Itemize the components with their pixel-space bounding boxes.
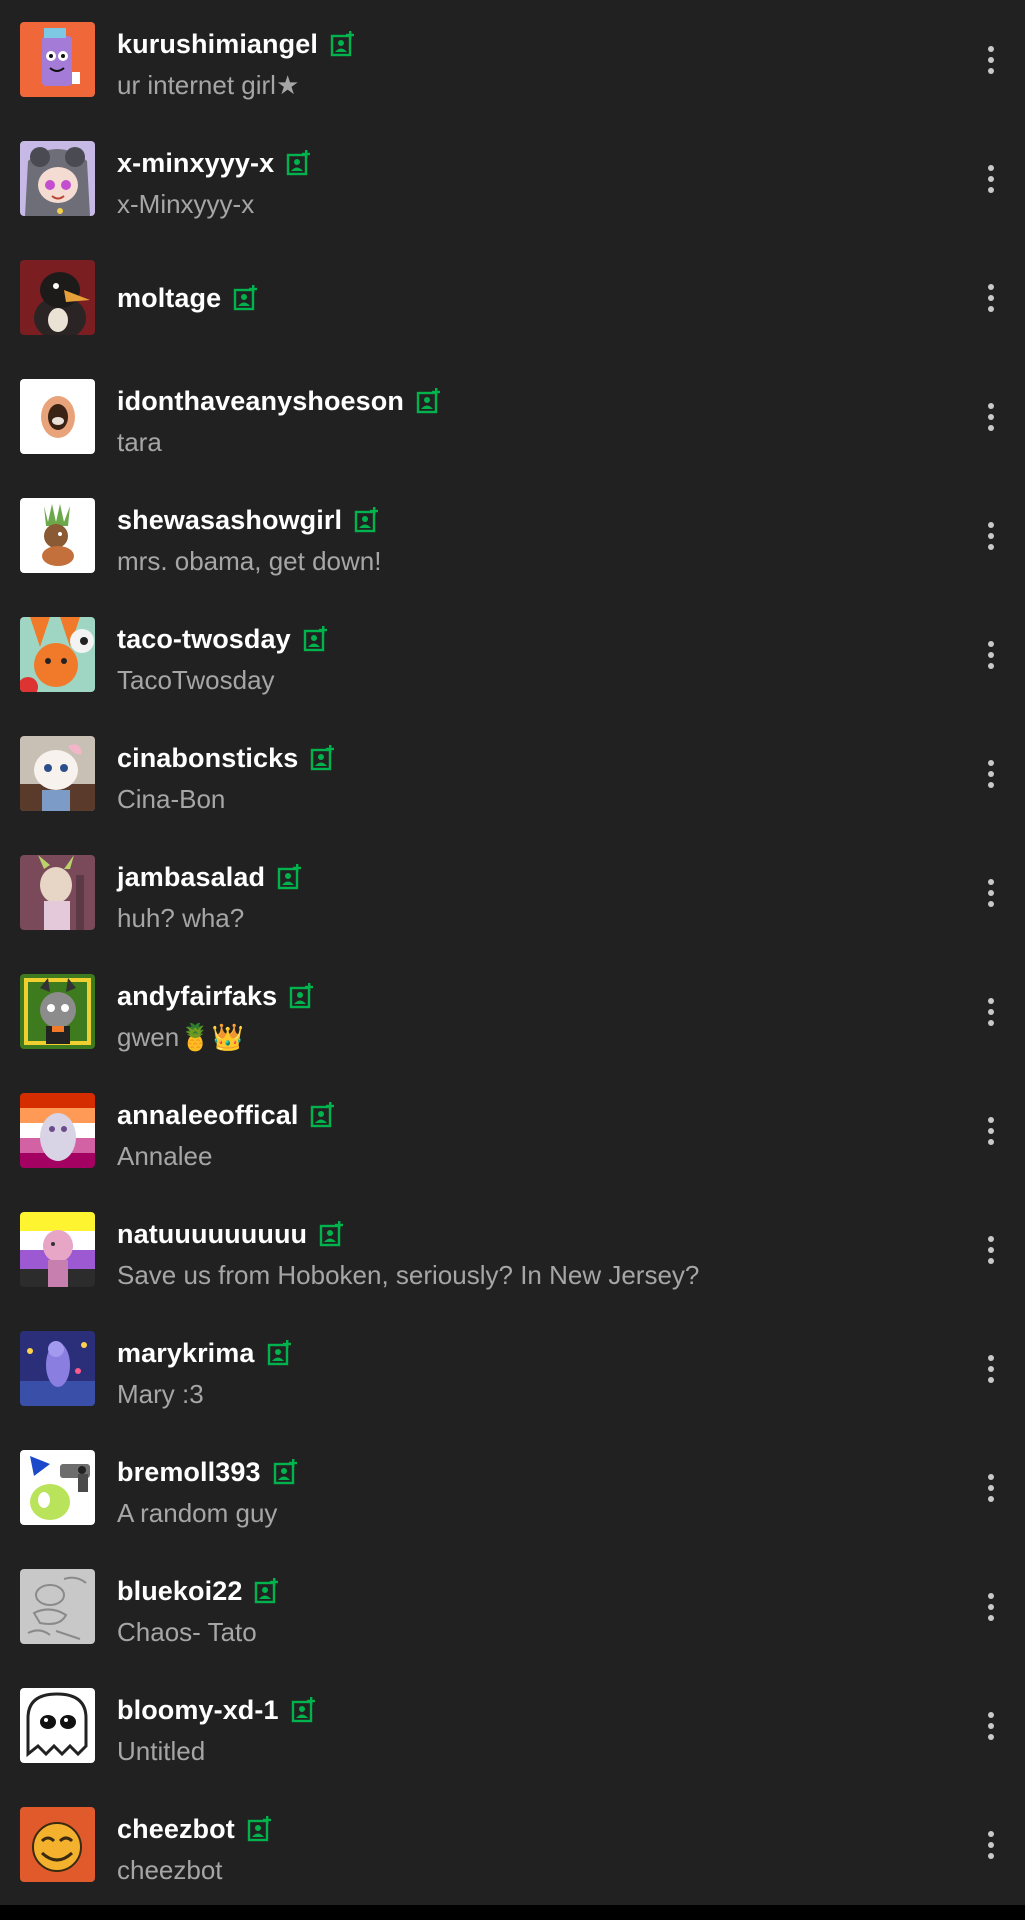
username[interactable]: shewasashowgirl xyxy=(117,505,342,536)
more-options-button[interactable] xyxy=(971,1583,1011,1631)
username[interactable]: cheezbot xyxy=(117,1814,235,1845)
more-options-button[interactable] xyxy=(971,512,1011,560)
username[interactable]: bluekoi22 xyxy=(117,1576,242,1607)
follow-badge-icon[interactable] xyxy=(233,285,258,311)
list-item[interactable]: shewasashowgirl mrs. obama, get down! xyxy=(0,476,1025,595)
more-options-button[interactable] xyxy=(971,393,1011,441)
list-item[interactable]: cinabonsticks Cina-Bon xyxy=(0,714,1025,833)
avatar[interactable] xyxy=(20,1093,95,1168)
username[interactable]: jambasalad xyxy=(117,862,265,893)
avatar[interactable] xyxy=(20,855,95,930)
username[interactable]: x-minxyyy-x xyxy=(117,148,274,179)
follow-badge-icon[interactable] xyxy=(416,388,440,414)
follow-badge-icon[interactable] xyxy=(330,31,354,57)
follow-badge-icon[interactable] xyxy=(277,864,302,890)
blog-title: Chaos- Tato xyxy=(117,1617,257,1647)
username[interactable]: idonthaveanyshoeson xyxy=(117,386,404,417)
more-options-button[interactable] xyxy=(971,1821,1011,1869)
more-options-button[interactable] xyxy=(971,869,1011,917)
blog-title: gwen🍍👑 xyxy=(117,1022,244,1052)
avatar[interactable] xyxy=(20,22,95,97)
blog-title: huh? wha? xyxy=(117,903,245,933)
more-options-button[interactable] xyxy=(971,36,1011,84)
more-options-button[interactable] xyxy=(971,155,1011,203)
avatar[interactable] xyxy=(20,260,95,335)
username[interactable]: marykrima xyxy=(117,1338,255,1369)
list-item[interactable]: bloomy-xd-1 Untitled xyxy=(0,1666,1025,1785)
follow-badge-icon[interactable] xyxy=(291,1697,315,1723)
blog-title: tara xyxy=(117,427,162,457)
follow-badge-icon[interactable] xyxy=(267,1340,291,1366)
blog-title: Untitled xyxy=(117,1736,206,1766)
list-item[interactable]: idonthaveanyshoeson tara xyxy=(0,357,1025,476)
follow-badge-icon[interactable] xyxy=(273,1459,297,1485)
avatar[interactable] xyxy=(20,1807,95,1882)
blog-title: ur internet girl★ xyxy=(117,70,300,100)
avatar[interactable] xyxy=(20,1450,95,1525)
follow-badge-icon[interactable] xyxy=(247,1816,271,1842)
blog-title: Annalee xyxy=(117,1141,213,1171)
list-item[interactable]: moltage xyxy=(0,238,1025,357)
more-options-button[interactable] xyxy=(971,750,1011,798)
follow-badge-icon[interactable] xyxy=(286,150,311,176)
list-item[interactable]: x-minxyyy-x x-Minxyyy-x xyxy=(0,119,1025,238)
blog-title: mrs. obama, get down! xyxy=(117,546,382,576)
blog-title: A random guy xyxy=(117,1498,278,1528)
avatar[interactable] xyxy=(20,1212,95,1287)
username[interactable]: natuuuuuuuuu xyxy=(117,1219,307,1250)
more-options-button[interactable] xyxy=(971,1464,1011,1512)
avatar[interactable] xyxy=(20,379,95,454)
username[interactable]: andyfairfaks xyxy=(117,981,277,1012)
more-options-button[interactable] xyxy=(971,1226,1011,1274)
username[interactable]: bloomy-xd-1 xyxy=(117,1695,279,1726)
list-item[interactable]: natuuuuuuuuu Save us from Hoboken, serio… xyxy=(0,1190,1025,1309)
blog-title: TacoTwosday xyxy=(117,665,275,695)
username[interactable]: annaleeoffical xyxy=(117,1100,298,1131)
list-item[interactable]: annaleeoffical Annalee xyxy=(0,1071,1025,1190)
follow-badge-icon[interactable] xyxy=(289,983,314,1009)
follow-list-screen: kurushimiangel ur internet girl★ x-minxy… xyxy=(0,0,1025,1905)
follow-badge-icon[interactable] xyxy=(303,626,327,652)
list-item[interactable]: marykrima Mary :3 xyxy=(0,1309,1025,1428)
avatar[interactable] xyxy=(20,498,95,573)
list-item[interactable]: andyfairfaks gwen🍍👑 xyxy=(0,952,1025,1071)
list-item[interactable]: bluekoi22 Chaos- Tato xyxy=(0,1547,1025,1666)
follow-badge-icon[interactable] xyxy=(354,507,379,533)
username[interactable]: bremoll393 xyxy=(117,1457,261,1488)
avatar[interactable] xyxy=(20,1331,95,1406)
more-options-button[interactable] xyxy=(971,1345,1011,1393)
follow-badge-icon[interactable] xyxy=(319,1221,344,1247)
follow-badge-icon[interactable] xyxy=(310,745,335,771)
blog-title: x-Minxyyy-x xyxy=(117,189,255,219)
blog-title: Mary :3 xyxy=(117,1379,204,1409)
avatar[interactable] xyxy=(20,974,95,1049)
username[interactable]: moltage xyxy=(117,283,221,314)
more-options-button[interactable] xyxy=(971,631,1011,679)
username[interactable]: cinabonsticks xyxy=(117,743,298,774)
more-options-button[interactable] xyxy=(971,988,1011,1036)
blog-title: Save us from Hoboken, seriously? In New … xyxy=(117,1260,700,1290)
list-item[interactable]: kurushimiangel ur internet girl★ xyxy=(0,0,1025,119)
more-options-button[interactable] xyxy=(971,1702,1011,1750)
list-item[interactable]: taco-twosday TacoTwosday xyxy=(0,595,1025,714)
avatar[interactable] xyxy=(20,1688,95,1763)
blog-list: kurushimiangel ur internet girl★ x-minxy… xyxy=(0,0,1025,1905)
list-item[interactable]: cheezbot cheezbot xyxy=(0,1785,1025,1904)
blog-title: cheezbot xyxy=(117,1855,223,1885)
avatar[interactable] xyxy=(20,617,95,692)
avatar[interactable] xyxy=(20,1569,95,1644)
more-options-button[interactable] xyxy=(971,274,1011,322)
username[interactable]: kurushimiangel xyxy=(117,29,318,60)
username[interactable]: taco-twosday xyxy=(117,624,291,655)
more-options-button[interactable] xyxy=(971,1107,1011,1155)
follow-badge-icon[interactable] xyxy=(310,1102,335,1128)
avatar[interactable] xyxy=(20,141,95,216)
blog-title: Cina-Bon xyxy=(117,784,226,814)
list-item[interactable]: jambasalad huh? wha? xyxy=(0,833,1025,952)
list-item[interactable]: bremoll393 A random guy xyxy=(0,1428,1025,1547)
follow-badge-icon[interactable] xyxy=(254,1578,279,1604)
avatar[interactable] xyxy=(20,736,95,811)
